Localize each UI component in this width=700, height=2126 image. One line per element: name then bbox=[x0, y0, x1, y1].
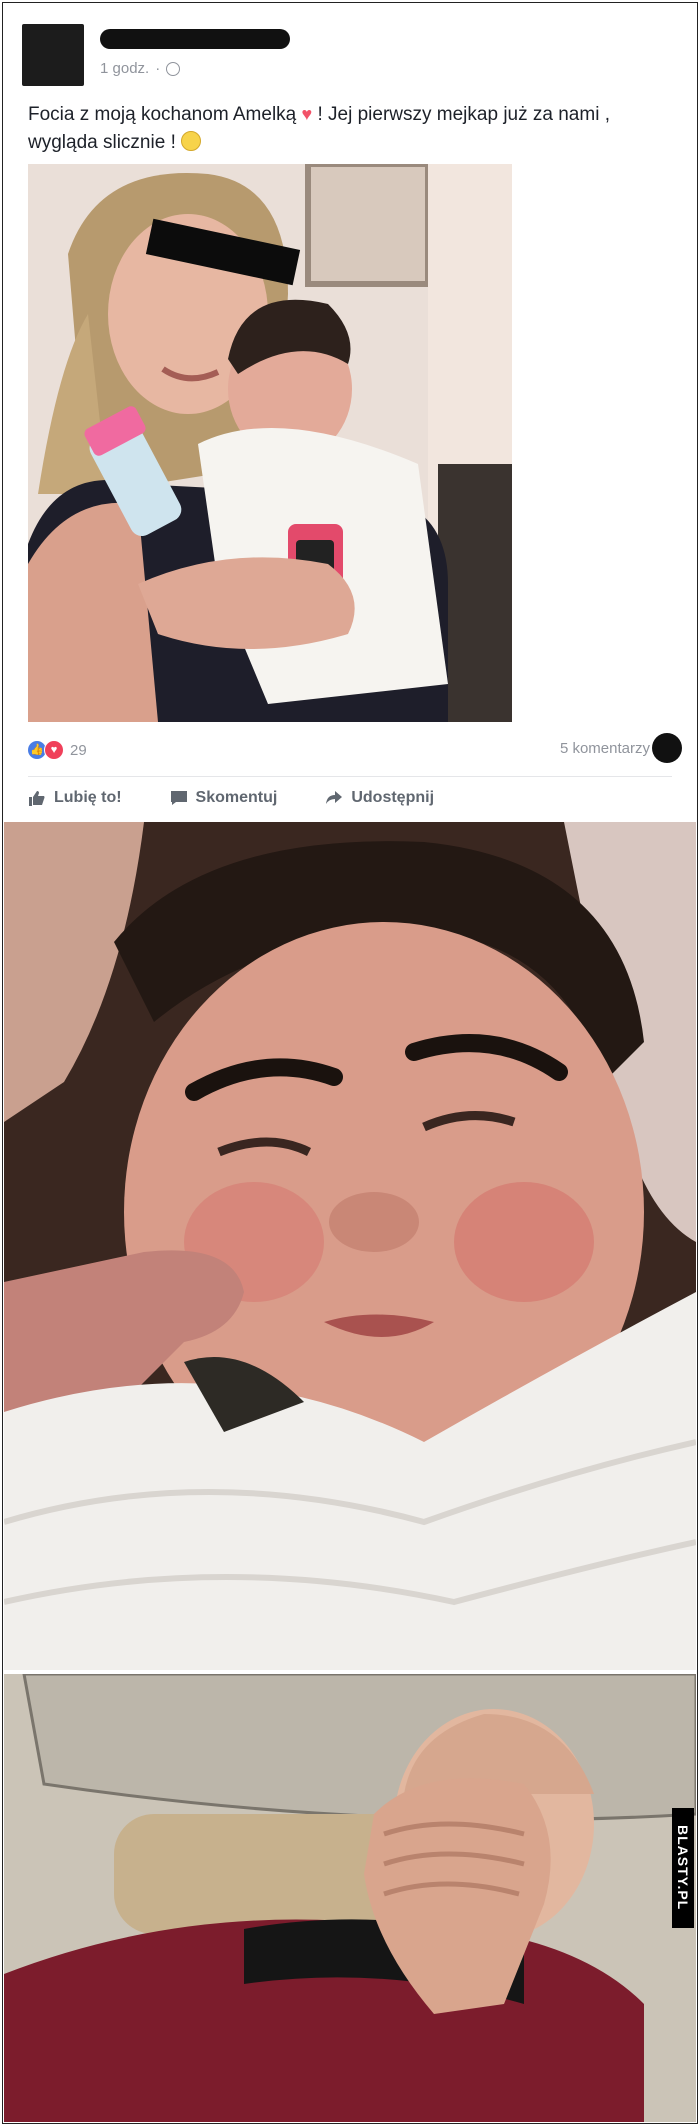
post-text-part3: wygląda slicznie ! bbox=[28, 132, 176, 153]
post-text: Focia z moją kochanom Amelką ♥ ! Jej pie… bbox=[28, 100, 668, 157]
like-label: Lubię to! bbox=[54, 789, 122, 806]
redacted-name bbox=[100, 29, 290, 49]
post-photo[interactable] bbox=[28, 164, 512, 722]
share-icon bbox=[326, 791, 343, 804]
globe-icon bbox=[166, 61, 181, 76]
baby-closeup-photo bbox=[4, 822, 696, 1670]
comment-icon bbox=[170, 791, 187, 805]
post-actions: Lubię to! Skomentuj Udostępnij bbox=[28, 789, 434, 807]
baby-closeup-image bbox=[4, 822, 696, 1670]
post-text-part2: ! Jej pierwszy mejkap już za nami , bbox=[317, 104, 610, 125]
comment-button[interactable]: Skomentuj bbox=[170, 789, 278, 807]
meta-separator: · bbox=[155, 60, 161, 77]
post-time[interactable]: 1 godz. bbox=[100, 60, 149, 77]
post-meta: 1 godz. · bbox=[100, 60, 181, 77]
facepalm-image bbox=[4, 1674, 696, 2122]
heart-emoji-icon: ♥ bbox=[301, 104, 313, 124]
redacted-commenter-avatar bbox=[652, 733, 682, 763]
love-reaction-icon: ♥ bbox=[44, 740, 64, 760]
post-text-part1: Focia z moją kochanom Amelką bbox=[28, 104, 297, 125]
comments-count[interactable]: 5 komentarzy bbox=[560, 740, 650, 757]
comment-label: Skomentuj bbox=[195, 789, 278, 806]
divider bbox=[28, 776, 672, 777]
watermark: BLASTY.PL bbox=[672, 1808, 694, 1928]
facebook-post: 1 godz. · Focia z moją kochanom Amelką ♥… bbox=[4, 4, 696, 820]
smile-emoji-icon bbox=[181, 131, 202, 151]
avatar[interactable] bbox=[22, 24, 84, 86]
facepalm-photo bbox=[4, 1674, 696, 2122]
like-button[interactable]: Lubię to! bbox=[28, 789, 122, 807]
mother-baby-photo bbox=[28, 164, 512, 722]
thumbs-up-icon bbox=[29, 791, 45, 806]
share-label: Udostępnij bbox=[351, 789, 435, 806]
share-button[interactable]: Udostępnij bbox=[325, 789, 434, 807]
reaction-count: 29 bbox=[70, 741, 87, 759]
reactions-summary[interactable]: 👍 ♥ 29 bbox=[28, 740, 87, 760]
